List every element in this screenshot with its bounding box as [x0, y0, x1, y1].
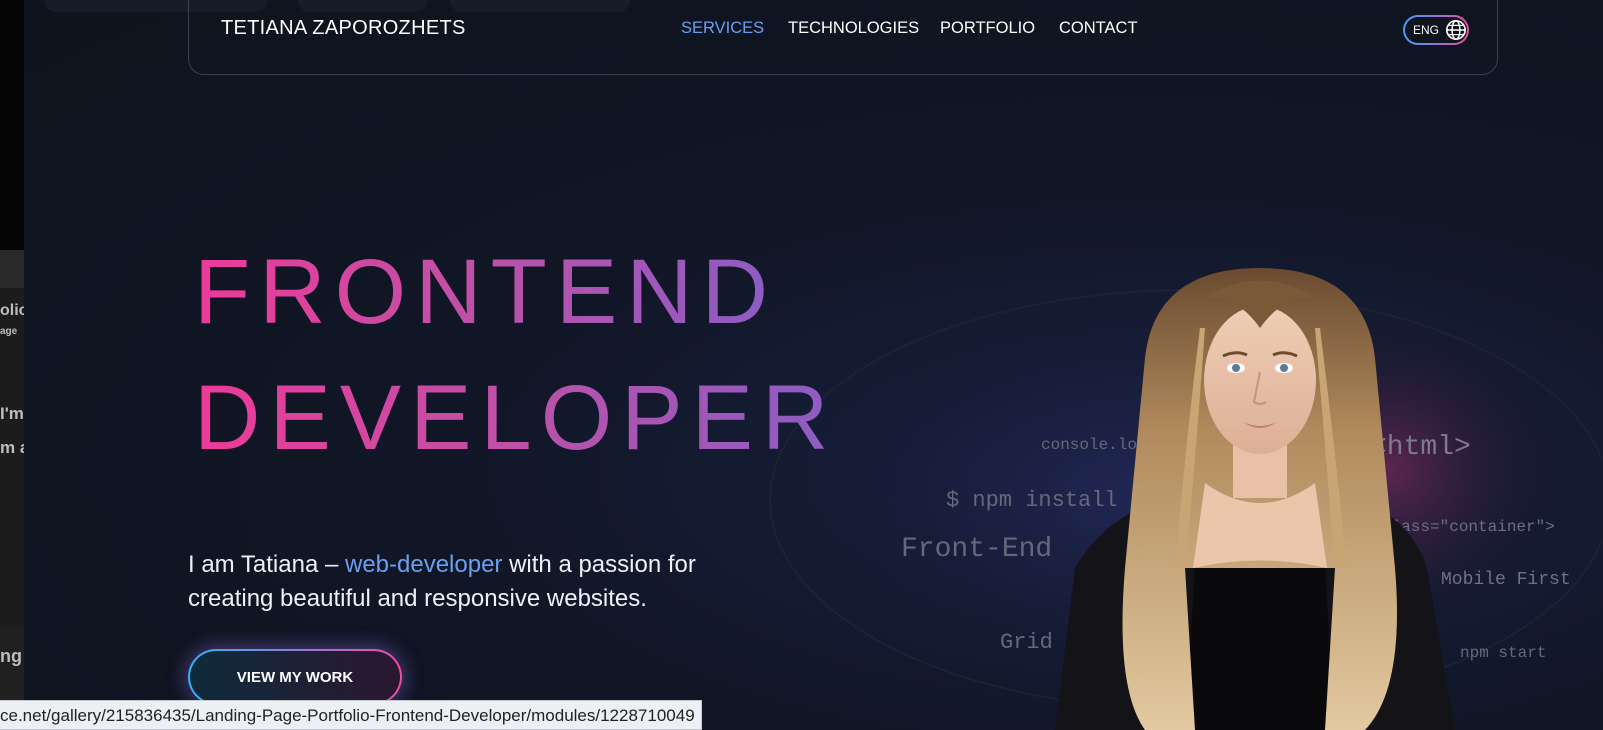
status-bar-url: ce.net/gallery/215836435/Landing-Page-Po… — [0, 700, 702, 730]
subtitle-highlight: web-developer — [344, 551, 503, 578]
hero-title-line-2: DEVELOPER — [194, 367, 838, 469]
subtitle-text: I am Tatiana – — [188, 551, 345, 578]
view-my-work-button[interactable]: VIEW MY WORK — [188, 649, 402, 705]
hero-title-line-1: FRONTEND — [194, 241, 778, 343]
code-word: Front-End — [901, 534, 1053, 565]
landing-page: olio age I'm m a ng TETIANA ZAPOROZHETS … — [0, 0, 1603, 730]
developer-portrait — [1055, 268, 1455, 730]
hero-subtitle: I am Tatiana – web-developer with a pass… — [188, 548, 748, 616]
